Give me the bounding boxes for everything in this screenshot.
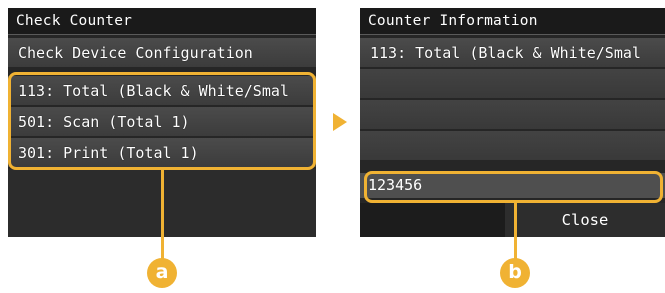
counter-item-113[interactable]: 113: Total (Black & White/Smal (8, 76, 316, 106)
counter-item-301[interactable]: 301: Print (Total 1) (8, 138, 316, 168)
counter-item-501[interactable]: 501: Scan (Total 1) (8, 107, 316, 137)
callout-marker-b: b (500, 258, 530, 288)
counter-information-screen: Counter Information 113: Total (Black & … (360, 8, 665, 237)
bottom-bar: Close (360, 203, 665, 237)
empty-row (360, 131, 665, 161)
counter-value-field: 123456 (360, 173, 665, 198)
callout-marker-a: a (147, 258, 177, 288)
empty-row (360, 69, 665, 99)
selected-counter-item: 113: Total (Black & White/Smal (360, 38, 665, 68)
check-device-configuration-item[interactable]: Check Device Configuration (8, 38, 316, 68)
screen-title: Counter Information (360, 8, 665, 35)
empty-row (360, 100, 665, 130)
close-button[interactable]: Close (505, 203, 665, 237)
callout-leader-a (161, 170, 164, 267)
screen-title: Check Counter (8, 8, 316, 35)
arrow-right-icon (333, 113, 347, 131)
